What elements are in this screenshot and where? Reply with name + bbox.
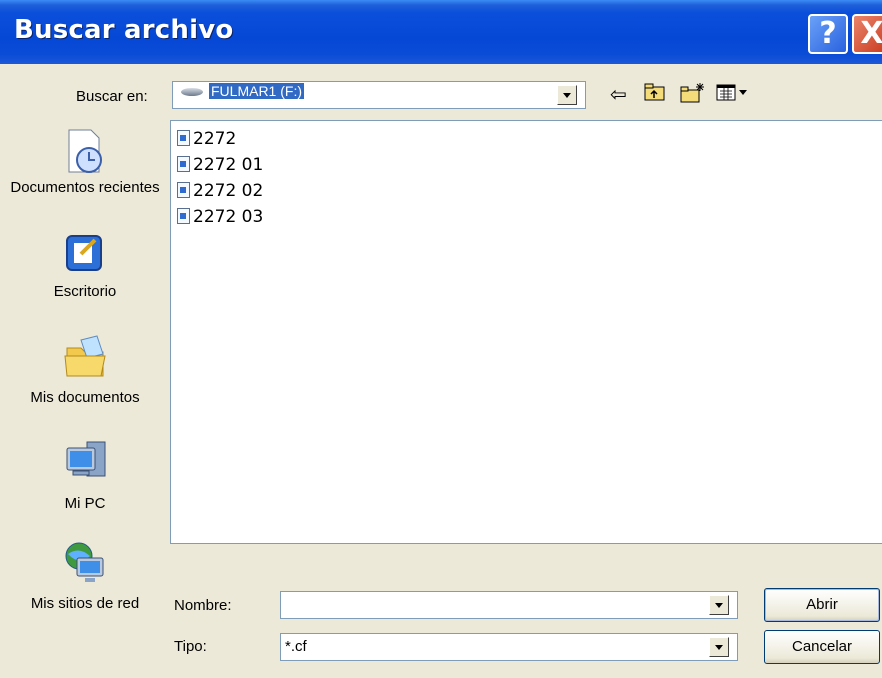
list-item[interactable]: 2272 01: [177, 155, 263, 179]
file-list[interactable]: 2272 2272 01 2272 02 2272 03: [170, 120, 882, 544]
my-documents-icon: [63, 334, 107, 378]
filename-label: Nombre:: [174, 597, 232, 614]
places-label: Mis documentos: [30, 389, 140, 406]
close-button[interactable]: X: [852, 14, 882, 54]
places-label: Mis sitios de red: [30, 595, 140, 612]
help-button[interactable]: ?: [808, 14, 848, 54]
file-icon: [177, 156, 190, 172]
places-label: Escritorio: [53, 283, 117, 300]
drive-icon: [181, 88, 203, 96]
cancel-button[interactable]: Cancelar: [764, 630, 880, 664]
filetype-dropdown[interactable]: *.cf: [280, 633, 738, 661]
my-computer-icon: [63, 438, 107, 482]
filename-input[interactable]: [280, 591, 738, 619]
filetype-value: *.cf: [285, 638, 307, 655]
back-arrow-icon[interactable]: ⇦: [610, 82, 627, 107]
new-folder-icon[interactable]: [680, 82, 706, 110]
filename-dropdown-arrow[interactable]: [709, 595, 729, 615]
places-item-my-documents[interactable]: Mis documentos: [0, 334, 170, 408]
open-button[interactable]: Abrir: [764, 588, 880, 622]
view-menu-icon[interactable]: [716, 82, 750, 108]
look-in-dropdown-arrow[interactable]: [557, 85, 577, 105]
list-item[interactable]: 2272 02: [177, 181, 263, 205]
places-label: Mi PC: [64, 495, 106, 512]
places-item-my-computer[interactable]: Mi PC: [0, 438, 170, 514]
look-in-dropdown[interactable]: FULMAR1 (F:): [172, 81, 586, 109]
desktop-icon: [63, 232, 107, 276]
places-item-recent[interactable]: Documentos recientes: [0, 128, 170, 198]
places-label: Documentos recientes: [10, 179, 160, 196]
look-in-value: FULMAR1 (F:): [208, 82, 305, 100]
file-icon: [177, 182, 190, 198]
open-file-dialog: Buscar archivo ? X Buscar en: FULMAR1 (F…: [0, 0, 882, 678]
filetype-dropdown-arrow[interactable]: [709, 637, 729, 657]
list-item[interactable]: 2272: [177, 129, 236, 153]
file-icon: [177, 130, 190, 146]
places-item-desktop[interactable]: Escritorio: [0, 232, 170, 302]
places-item-network[interactable]: Mis sitios de red: [0, 540, 170, 614]
list-item[interactable]: 2272 03: [177, 207, 263, 231]
filetype-label: Tipo:: [174, 638, 207, 655]
look-in-label: Buscar en:: [76, 88, 148, 105]
up-folder-icon[interactable]: [644, 82, 666, 108]
network-places-icon: [63, 540, 107, 584]
recent-documents-icon: [63, 128, 107, 173]
title-bar[interactable]: Buscar archivo ? X: [0, 0, 882, 64]
window-title: Buscar archivo: [14, 15, 234, 45]
file-icon: [177, 208, 190, 224]
